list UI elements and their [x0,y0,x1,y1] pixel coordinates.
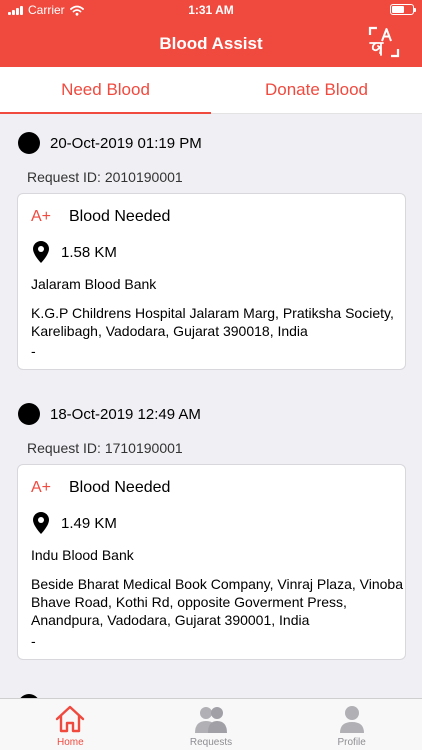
tab-home[interactable]: Home [0,699,141,750]
blood-bank-name: Jalaram Blood Bank [31,276,157,292]
tab-bar-top: Need Blood Donate Blood [0,67,422,114]
app-header: Carrier 1:31 AM Blood Assist [0,0,422,67]
request-card[interactable]: A+ Blood Needed 1.58 KM Jalaram Blood Ba… [17,193,406,370]
timeline-dot-icon [18,403,40,425]
request-note: - [31,633,36,649]
request-date-row: 20-Oct-2019 01:19 PM [18,132,202,154]
status-bar: Carrier 1:31 AM [0,0,422,20]
battery-icon [390,4,416,15]
request-status: Blood Needed [69,208,171,225]
blood-bank-name: Indu Blood Bank [31,547,134,563]
bottom-tab-bar: Home Requests Profile [0,698,422,750]
distance: 1.58 KM [61,243,117,261]
page-title: Blood Assist [159,34,263,53]
request-feed[interactable]: 20-Oct-2019 01:19 PM Request ID: 2010190… [0,114,422,698]
request-id: Request ID: 1710190001 [27,440,183,456]
tab-requests-label: Requests [189,737,233,748]
tab-donate-blood-label: Donate Blood [264,80,369,99]
distance-line: 1.49 KM [33,512,117,534]
status-time: 1:31 AM [188,3,234,17]
tab-need-blood-label: Need Blood [61,80,150,99]
profile-icon [339,706,364,733]
distance-line: 1.58 KM [33,241,117,263]
tab-home-label: Home [56,737,84,748]
translate-icon[interactable] [368,26,400,58]
tab-need-blood[interactable]: Need Blood [0,67,211,114]
blood-group: A+ [31,208,52,225]
request-status: Blood Needed [69,479,171,496]
request-card[interactable]: A+ Blood Needed 1.49 KM Indu Blood Bank … [17,464,406,660]
home-icon [56,705,85,733]
request-note: - [31,343,36,359]
request-date-row: 18-Oct-2019 12:49 AM [18,403,201,425]
tab-profile-label: Profile [337,737,366,748]
distance: 1.49 KM [61,514,117,532]
request-datetime: 18-Oct-2019 12:49 AM [50,405,201,423]
blood-bank-address: Beside Bharat Medical Book Company, Vinr… [31,576,403,628]
tab-donate-blood[interactable]: Donate Blood [211,67,422,113]
blood-group: A+ [31,479,52,496]
location-pin-icon [33,241,49,263]
blood-bank-address: K.G.P Childrens Hospital Jalaram Marg, P… [31,305,394,339]
timeline-dot-icon [18,132,40,154]
tab-requests[interactable]: Requests [141,699,282,750]
request-datetime: 20-Oct-2019 01:19 PM [50,134,202,152]
blood-line: A+ Blood Needed [31,479,170,497]
users-icon [195,707,227,733]
tab-profile[interactable]: Profile [281,699,422,750]
request-id: Request ID: 2010190001 [27,169,183,185]
location-pin-icon [33,512,49,534]
blood-line: A+ Blood Needed [31,208,170,226]
